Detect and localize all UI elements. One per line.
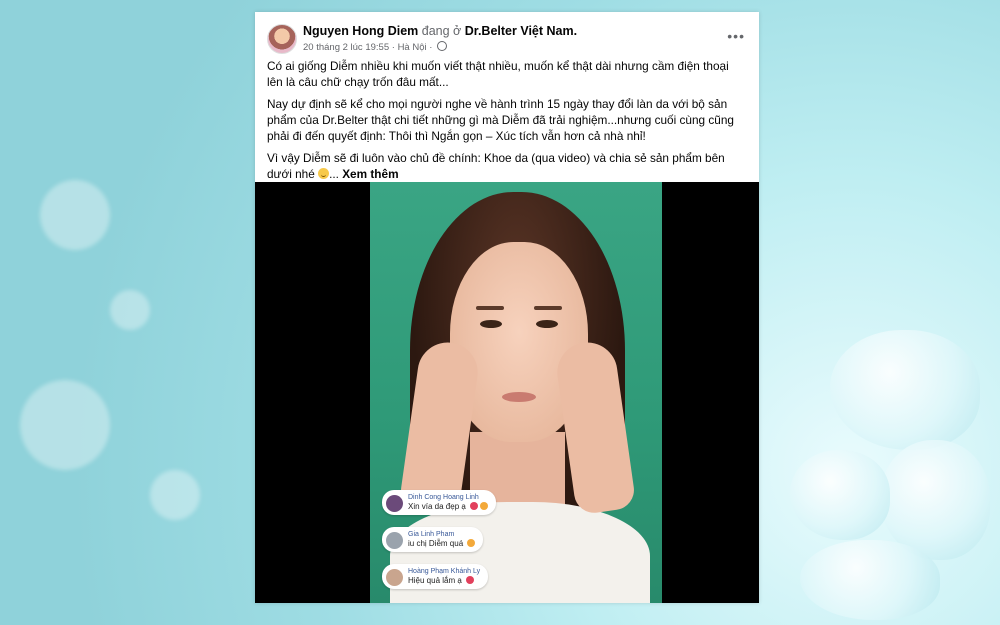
more-options-icon[interactable]: ••• (727, 28, 745, 44)
comment-author: Gia Linh Pham (408, 531, 455, 538)
background-bokeh (40, 180, 110, 250)
globe-icon (437, 41, 448, 51)
author-name[interactable]: Nguyen Hong Diem (303, 24, 418, 38)
comment-avatar (386, 532, 403, 549)
comment-text-row: Xin vía da đẹp ạ (408, 502, 489, 511)
post-paragraph: Có ai giống Diễm nhiều khi muốn viết thậ… (267, 59, 729, 89)
video-comment: Dinh Cong Hoang Linh Xin vía da đẹp ạ (382, 490, 497, 515)
heart-eyes-icon (470, 502, 479, 510)
post-paragraph-last: Vì vậy Diễm sẽ đi luôn vào chủ đề chính:… (267, 150, 747, 182)
lips (502, 392, 536, 402)
background-bokeh (150, 470, 200, 520)
hug-icon (480, 502, 489, 510)
post-meta: 20 tháng 2 lúc 19:55 · Hà Nội · (303, 41, 448, 53)
hug-icon (467, 539, 476, 547)
eye (480, 320, 502, 328)
check-in-verb: đang ở (421, 24, 462, 38)
comment-author: Dinh Cong Hoang Linh (408, 494, 479, 501)
author-avatar[interactable] (267, 24, 297, 54)
background-petal (790, 450, 890, 540)
brow (534, 306, 562, 310)
smile-emoji-icon (318, 168, 330, 179)
eye (536, 320, 558, 328)
video-player[interactable]: Dinh Cong Hoang Linh Xin vía da đẹp ạ Gi… (255, 182, 759, 603)
comment-avatar (386, 569, 403, 586)
facebook-post: Nguyen Hong Diem đang ở Dr.Belter Việt N… (255, 12, 759, 603)
brow (476, 306, 504, 310)
comment-text: Xin vía da đẹp ạ (408, 502, 466, 511)
post-body: Có ai giống Diễm nhiều khi muốn viết thậ… (267, 58, 747, 188)
post-location[interactable]: Hà Nội (398, 42, 427, 53)
post-header: Nguyen Hong Diem đang ở Dr.Belter Việt N… (267, 24, 747, 60)
background-petal (830, 330, 980, 450)
post-timestamp[interactable]: 20 tháng 2 lúc 19:55 (303, 42, 389, 53)
heart-icon (466, 576, 475, 584)
comment-text-row: Hiệu quả lắm ạ (408, 576, 480, 585)
comment-author: Hoàng Phạm Khánh Ly (408, 568, 481, 575)
comment-text: iu chị Diễm quá (408, 539, 464, 548)
tagged-page[interactable]: Dr.Belter Việt Nam. (465, 24, 577, 38)
video-comment: Gia Linh Pham iu chị Diễm quá (382, 527, 484, 552)
background-petal (800, 540, 940, 620)
comment-text-row: iu chị Diễm quá (408, 539, 476, 548)
background-bokeh (20, 380, 110, 470)
comment-avatar (386, 495, 403, 512)
post-paragraph: Nay dự định sẽ kể cho mọi người nghe về … (267, 97, 734, 143)
ellipsis: ... (329, 167, 339, 181)
see-more-link[interactable]: Xem thêm (342, 167, 398, 181)
video-comment: Hoàng Phạm Khánh Ly Hiệu quả lắm ạ (382, 564, 489, 589)
author-line: Nguyen Hong Diem đang ở Dr.Belter Việt N… (303, 24, 577, 38)
comment-text: Hiệu quả lắm ạ (408, 576, 462, 585)
video-frame[interactable]: Dinh Cong Hoang Linh Xin vía da đẹp ạ Gi… (370, 182, 662, 603)
background-bokeh (110, 290, 150, 330)
